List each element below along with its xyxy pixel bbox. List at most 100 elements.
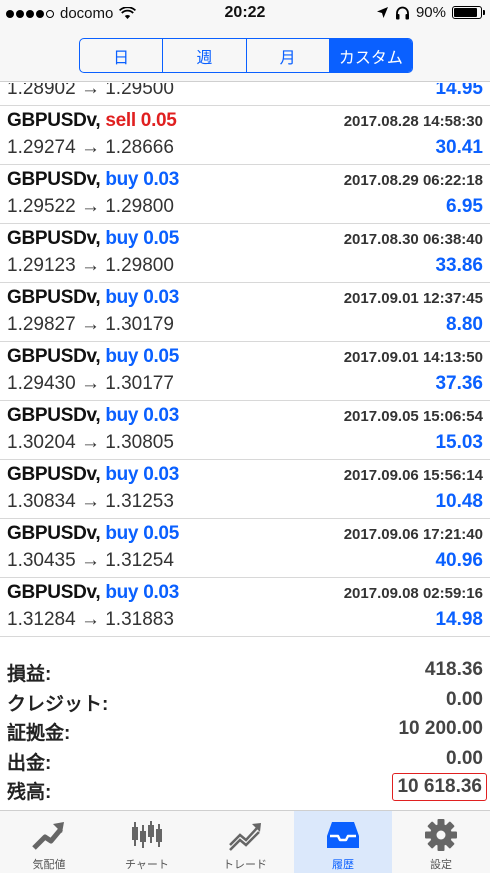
deal-symbol-line: GBPUSDv, buy 0.05 [7,523,179,545]
deal-time: 2017.09.01 12:37:45 [343,290,483,307]
deal-prices: 1.29123 → 1.29800 [7,255,174,276]
deal-prices: 1.28902 → 1.29500 [7,83,174,99]
deal-symbol: GBPUSDv, [7,346,101,367]
settings-icon [421,817,461,853]
deal-prices: 1.30834 → 1.31253 [7,491,174,512]
deal-row[interactable]: GBPUSDv, buy 0.03 2017.08.29 06:22:18 1.29… [0,165,490,224]
tab-history-label: 履歴 [332,859,354,871]
tab-chart[interactable]: チャート [98,811,196,873]
period-tab-month[interactable]: 月 [247,39,330,72]
deal-symbol-line: GBPUSDv, buy 0.03 [7,169,179,191]
deal-type: buy [105,228,139,249]
deal-profit: 10.48 [435,491,483,512]
period-tab-custom[interactable]: カスタム [329,39,412,72]
deal-row[interactable]: GBPUSDv, buy 0.05 2017.09.06 17:21:40 1.30… [0,519,490,578]
deal-profit: 6.95 [446,196,483,217]
summary-label: 残高: [7,782,52,803]
deal-symbol-line: GBPUSDv, buy 0.03 [7,582,179,604]
deal-row[interactable]: GBPUSDv, buy 0.03 2017.09.01 12:37:45 1.29… [0,283,490,342]
account-summary: 損益: 418.36 クレジット: 0.00 証拠金: 10 200.00 出金: 0.00 残… [0,656,490,806]
deal-profit: 30.41 [435,137,483,158]
deal-symbol: GBPUSDv, [7,228,101,249]
deal-symbol-line: GBPUSDv, buy 0.05 [7,346,179,368]
deal-type: buy [105,169,139,190]
deal-time: 2017.09.08 02:59:16 [343,585,483,602]
chart-icon [127,817,167,853]
deal-type: buy [105,287,139,308]
deal-row[interactable]: GBPUSDv, sell 0.05 2017.08.28 14:58:30 1.2… [0,106,490,165]
deal-time: 2017.08.30 06:38:40 [343,231,483,248]
status-right: 90% [376,4,485,21]
history-icon [323,817,363,853]
tab-history[interactable]: 履歴 [294,811,392,873]
deal-row[interactable]: GBPUSDv, buy 0.03 2017.09.08 02:59:16 1.31… [0,578,490,637]
summary-label: 損益: [7,664,52,685]
deal-symbol-line: GBPUSDv, buy 0.03 [7,464,179,486]
summary-row: 残高: 10 618.36 [0,773,490,804]
deal-row[interactable]: GBPUSDv, buy 0.03 2017.09.06 15:56:14 1.30… [0,460,490,519]
tab-trade-label: トレード [223,859,267,871]
deal-type: buy [105,582,139,603]
deal-type: sell [105,110,136,131]
deal-profit: 14.98 [435,609,483,630]
deal-volume: 0.03 [143,582,179,603]
summary-row: 証拠金: 10 200.00 [0,715,490,745]
deal-symbol: GBPUSDv, [7,405,101,426]
summary-value: 10 200.00 [398,718,483,739]
deal-volume: 0.05 [140,110,177,131]
period-segmented-control: 日 週 月 カスタム [79,38,413,73]
deal-history-list[interactable]: GBPUSDv, buy 0.03 1.28902 → 1.29500 14.95 G… [0,83,490,654]
deal-row[interactable]: GBPUSDv, buy 0.031.28902 → 1.2950014.95 [0,83,490,106]
deal-volume: 0.03 [143,464,179,485]
deal-volume: 0.03 [143,405,179,426]
deal-prices: 1.30204 → 1.30805 [7,432,174,453]
deal-row[interactable]: GBPUSDv, buy 0.03 2017.09.05 15:06:54 1.30… [0,401,490,460]
deal-time: 2017.09.06 17:21:40 [343,526,483,543]
quotes-icon [29,817,69,853]
tab-settings-label: 設定 [430,859,452,871]
deal-profit: 8.80 [446,314,483,335]
deal-volume: 0.05 [143,346,179,367]
period-tab-week[interactable]: 週 [163,39,247,72]
headphones-icon [395,6,409,19]
deal-type: buy [105,405,139,426]
summary-value: 0.00 [446,688,483,710]
tab-chart-label: チャート [125,859,169,871]
deal-prices: 1.29274 → 1.28666 [7,137,174,158]
deal-time: 2017.09.01 14:13:50 [343,349,483,366]
period-tab-day[interactable]: 日 [80,39,164,72]
trade-icon [225,817,265,853]
battery-percent: 90% [415,4,446,21]
tab-quotes[interactable]: 気配値 [0,811,98,873]
deal-row[interactable]: GBPUSDv, buy 0.05 2017.09.01 14:13:50 1.29… [0,342,490,401]
bottom-tab-bar: 気配値 チャート トレード 履歴 設定 [0,810,490,873]
deal-prices: 1.30435 → 1.31254 [7,550,174,571]
deal-volume: 0.03 [143,287,179,308]
deal-time: 2017.08.29 06:22:18 [343,172,483,189]
deal-list-content: GBPUSDv, buy 0.03 1.28902 → 1.29500 14.95 G… [0,83,490,637]
summary-label: 出金: [7,752,52,774]
deal-symbol: GBPUSDv, [7,287,101,308]
deal-type: buy [105,523,139,544]
deal-row[interactable]: GBPUSDv, buy 0.05 2017.08.30 06:38:40 1.29… [0,224,490,283]
deal-prices: 1.29522 → 1.29800 [7,196,174,217]
deal-symbol: GBPUSDv, [7,582,101,603]
deal-symbol: GBPUSDv, [7,110,101,131]
deal-profit: 37.36 [435,373,483,394]
deal-profit: 15.03 [435,432,483,453]
status-bar: docomo 20:22 90% [0,0,490,28]
deal-symbol-line: GBPUSDv, buy 0.03 [7,287,179,309]
tab-trade[interactable]: トレード [196,811,294,873]
deal-symbol: GBPUSDv, [7,169,101,190]
summary-label: クレジット: [7,693,109,715]
deal-profit: 33.86 [435,255,483,276]
tab-settings[interactable]: 設定 [392,811,490,873]
summary-value: 0.00 [446,747,483,769]
summary-value: 418.36 [424,659,483,680]
location-arrow-icon [376,7,388,18]
deal-volume: 0.05 [143,523,179,544]
deal-type: buy [105,464,139,485]
summary-row: クレジット: 0.00 [0,686,490,716]
balance-value-highlighted: 10 618.36 [392,773,487,801]
deal-symbol-line: GBPUSDv, buy 0.05 [7,228,179,250]
